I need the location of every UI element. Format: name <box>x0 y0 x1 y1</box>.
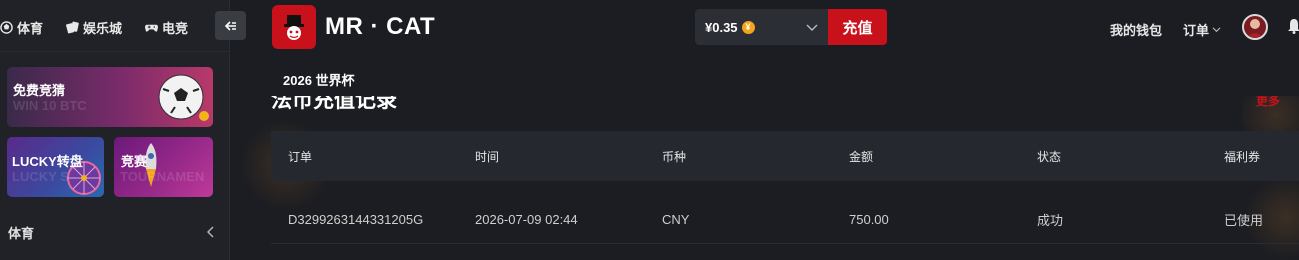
order-time: 2026-07-09 02:44 <box>475 212 578 227</box>
order-status: 成功 <box>1037 213 1064 228</box>
sidebar-tab-casino[interactable]: 娱乐城 <box>66 18 122 36</box>
chevron-down-icon <box>806 24 818 31</box>
sidebar-section-sports[interactable]: 体育 <box>0 216 230 248</box>
sidebar-tab-sports[interactable]: 体育 <box>0 18 43 36</box>
gamepad-icon <box>145 24 158 32</box>
promo-free-guess[interactable]: 免费竞猜 WIN 10 BTC <box>7 67 213 127</box>
orders-label: 订单 <box>1183 23 1210 38</box>
promo-title: 竞赛 <box>121 154 148 169</box>
cat-hat-icon <box>284 15 304 40</box>
sidebar-tab-esports[interactable]: 电竞 <box>145 18 188 36</box>
sidebar-tab-label: 电竞 <box>162 20 189 36</box>
deposit-button[interactable]: 充值 <box>828 9 887 45</box>
sidebar-tab-label: 娱乐城 <box>83 20 123 36</box>
column-header-order: 订单 <box>288 149 313 164</box>
balance-amount: ¥0.35 <box>705 19 738 35</box>
balance-selector[interactable]: ¥0.35 ¥ <box>695 9 828 45</box>
nav-world-cup[interactable]: 2026 世界杯 <box>283 70 355 89</box>
promo-title: LUCKY转盘 <box>12 154 83 169</box>
orders-dropdown[interactable]: 订单 <box>1183 20 1221 39</box>
column-header-amount: 金额 <box>849 149 874 164</box>
my-wallet-link[interactable]: 我的钱包 <box>1110 20 1162 39</box>
sidebar: 体育 娱乐城 电竞 免费竞猜 WIN 10 BTC LUCKY转盘 LUCKY … <box>0 0 230 260</box>
table-row: D3299263144331205G 2026-07-09 02:44 CNY … <box>271 196 1299 244</box>
order-id: D3299263144331205G <box>288 212 424 227</box>
promo-subtitle: WIN 10 BTC <box>13 98 87 113</box>
chevron-left-icon <box>207 226 214 238</box>
promo-lucky-wheel[interactable]: LUCKY转盘 LUCKY S <box>7 137 104 197</box>
column-header-time: 时间 <box>475 149 500 164</box>
sidebar-tabs: 体育 娱乐城 电竞 <box>0 0 230 52</box>
promo-title: 免费竞猜 <box>13 83 66 98</box>
cards-icon <box>66 21 79 33</box>
gold-coin-icon <box>199 111 209 121</box>
user-avatar[interactable] <box>1242 14 1268 40</box>
collapse-sidebar-button[interactable] <box>215 11 246 40</box>
promo-subtitle: LUCKY S <box>12 169 69 184</box>
brand-name[interactable]: MR · CAT <box>325 13 435 41</box>
section-label: 体育 <box>8 225 35 241</box>
promo-subtitle: TOURNAMEN <box>120 169 205 184</box>
order-coupon: 已使用 <box>1224 213 1264 228</box>
arrow-left-icon <box>224 20 236 31</box>
sidebar-tab-label: 体育 <box>17 20 44 36</box>
avatar-icon <box>1247 19 1263 38</box>
chevron-down-icon <box>1212 27 1221 33</box>
table-header: 订单 时间 币种 金额 状态 福利券 <box>271 131 1299 181</box>
brand-logo[interactable] <box>272 5 316 49</box>
top-bar: MR · CAT 2026 世界杯 ¥0.35 ¥ 充值 我的钱包 订单 <box>231 0 1299 96</box>
order-currency: CNY <box>662 212 690 227</box>
yuan-coin-icon: ¥ <box>741 20 755 34</box>
notification-bell-icon[interactable] <box>1287 18 1299 34</box>
promo-contest[interactable]: 竞赛 TOURNAMEN <box>114 137 213 197</box>
column-header-status: 状态 <box>1037 149 1062 164</box>
column-header-coupon: 福利券 <box>1224 149 1261 164</box>
ball-icon <box>0 20 13 34</box>
order-amount: 750.00 <box>849 212 889 227</box>
column-header-currency: 币种 <box>662 149 687 164</box>
